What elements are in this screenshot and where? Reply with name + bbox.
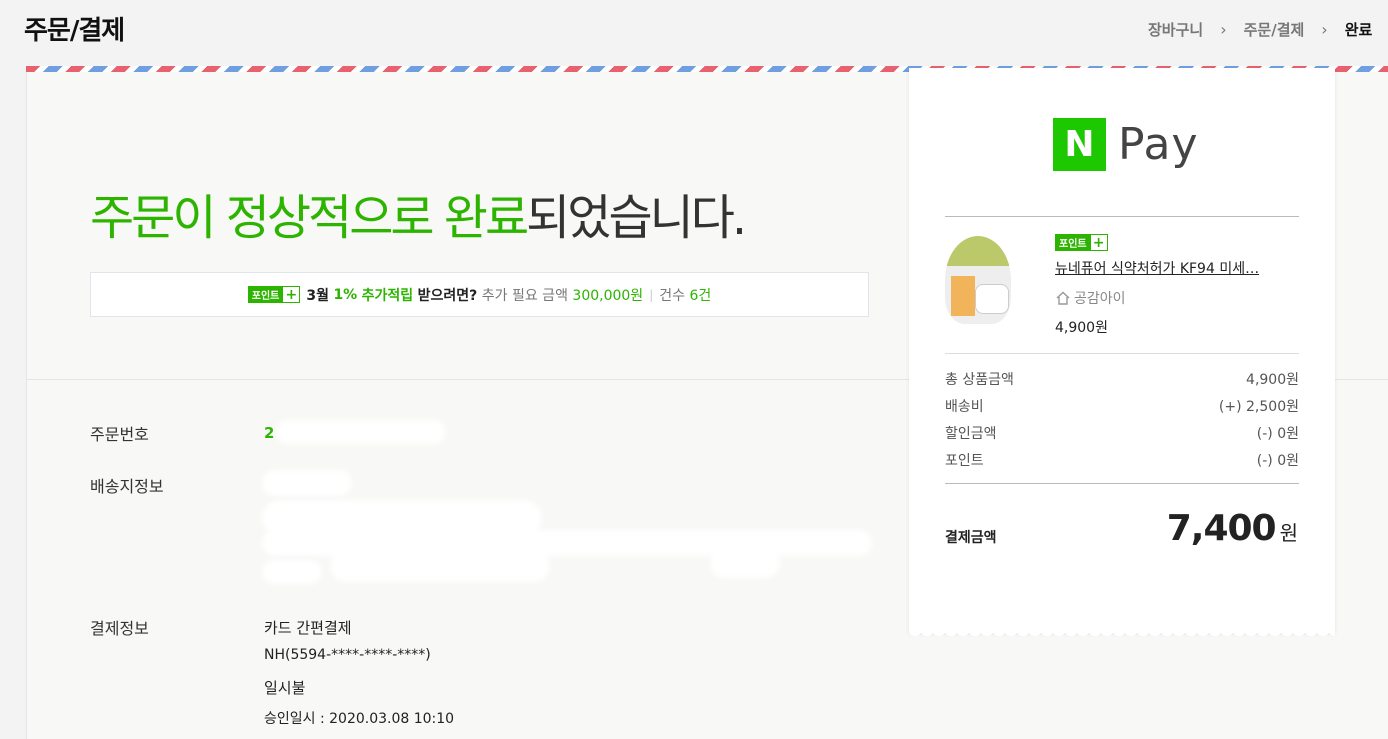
order-number-label: 주문번호 [90, 425, 149, 444]
total-amount: 7,400 원 [1166, 508, 1298, 549]
product-point-badge: 포인트 + [1055, 234, 1108, 251]
redaction-scribble [710, 548, 780, 578]
home-icon [1056, 291, 1070, 305]
payment-method: 카드 간편결제 [264, 619, 352, 637]
receipt-divider [945, 353, 1299, 354]
order-number-value: 2 [264, 424, 275, 442]
product-price: 4,900원 [1055, 320, 1108, 336]
breadcrumb-cart: 장바구니 [1148, 21, 1204, 39]
redaction-scribble [262, 470, 352, 496]
receipt-divider [945, 483, 1299, 484]
product-thumbnail[interactable] [945, 236, 1011, 324]
approval-time: 승인일시 : 2020.03.08 10:10 [264, 711, 455, 727]
total-label: 결제금액 [945, 530, 997, 546]
receipt-torn-edge [909, 630, 1335, 644]
payment-info-label: 결제정보 [90, 619, 149, 638]
page-title: 주문/결제 [24, 16, 125, 46]
breadcrumb-complete: 완료 [1344, 21, 1373, 39]
seller-link[interactable]: 공감아이 [1055, 288, 1126, 308]
summary-row: 할인금액 (-) 0원 [945, 426, 1299, 442]
chevron-right-icon: › [1220, 20, 1227, 39]
product-name-link[interactable]: 뉴네퓨어 식약처허가 KF94 미세… [1055, 258, 1259, 278]
completion-headline: 주문이 정상적으로 완료되었습니다. [90, 190, 747, 246]
card-number: NH(5594-****-****-****) [264, 647, 431, 663]
redaction-scribble [330, 550, 550, 582]
receipt-divider [945, 216, 1299, 217]
divider: | [649, 287, 654, 302]
top-bar: 주문/결제 장바구니 › 주문/결제 › 완료 [0, 0, 1388, 62]
shipping-info-label: 배송지정보 [90, 477, 164, 496]
chevron-right-icon: › [1321, 20, 1328, 39]
summary-row: 포인트 (-) 0원 [945, 453, 1299, 469]
installment: 일시불 [264, 679, 306, 697]
breadcrumb: 장바구니 › 주문/결제 › 완료 [1148, 19, 1372, 40]
summary-row: 배송비 (+) 2,500원 [945, 399, 1299, 415]
point-accrual-banner[interactable]: 포인트 + 3월 1% 추가적립 받으려면? 추가 필요 금액 300,000원 … [90, 272, 869, 317]
plus-icon: + [1090, 235, 1107, 250]
point-badge: 포인트 + [247, 286, 301, 303]
npay-logo: N Pay [1053, 118, 1199, 171]
redaction-scribble [276, 420, 446, 444]
redaction-scribble [262, 560, 322, 584]
summary-row: 총 상품금액 4,900원 [945, 372, 1299, 388]
plus-icon: + [283, 287, 300, 302]
npay-n-icon: N [1053, 118, 1106, 171]
breadcrumb-checkout: 주문/결제 [1243, 21, 1305, 39]
